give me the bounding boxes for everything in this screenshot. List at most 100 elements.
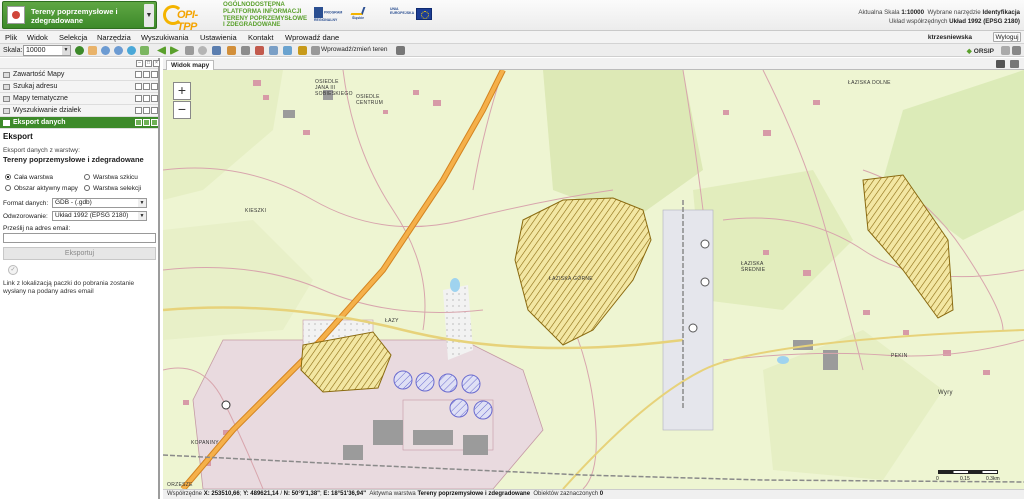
pan-icon[interactable] [88, 46, 97, 55]
logout-button[interactable]: Wyloguj [993, 32, 1021, 42]
export-title: Eksport [3, 132, 33, 141]
panel-label: Mapy tematyczne [13, 95, 68, 102]
hatch-icon[interactable] [298, 46, 307, 55]
close-icon[interactable] [151, 71, 158, 78]
chevron-down-icon[interactable]: ▼ [62, 46, 70, 55]
active-layer-value: Tereny poprzemysłowe i zdegradowane [417, 491, 531, 497]
select-icon[interactable] [185, 46, 194, 55]
search-map-icon[interactable] [283, 46, 292, 55]
username: ktrzesniewska [927, 34, 972, 41]
email-input[interactable] [3, 233, 156, 243]
back-icon[interactable] [157, 46, 166, 55]
orsip-link[interactable]: ORSIP [967, 47, 994, 55]
menu-ustawienia[interactable]: Ustawienia [200, 33, 237, 42]
dock-icon[interactable] [143, 83, 150, 90]
dock-icon[interactable] [143, 107, 150, 114]
panel-thematic-maps[interactable]: Mapy tematyczne [0, 93, 158, 105]
globe-icon[interactable] [127, 46, 136, 55]
menu-kontakt[interactable]: Kontakt [248, 33, 273, 42]
help-icon[interactable] [135, 107, 142, 114]
header-info: Aktualna Skala 1:10000 Wybrane narzędzie… [858, 8, 1020, 26]
maximize-icon[interactable] [1012, 46, 1021, 55]
platform-line: I ZDEGRADOWANE [223, 21, 281, 29]
panel-map-contents[interactable]: Zawartość Mapy [0, 69, 158, 81]
help-icon[interactable] [135, 83, 142, 90]
dock-icon[interactable] [143, 119, 150, 126]
panel-address-search[interactable]: Szukaj adresu [0, 81, 158, 93]
map-graphics [163, 70, 1024, 489]
dock-icon[interactable] [143, 71, 150, 78]
help-icon[interactable] [135, 119, 142, 126]
logo-text: OPI-TPP [177, 9, 198, 33]
menubar: Plik Widok Selekcja Narzędzia Wyszukiwan… [0, 31, 1024, 44]
draw-icon[interactable] [227, 46, 236, 55]
print-icon[interactable] [396, 46, 405, 55]
close-icon[interactable] [151, 95, 158, 102]
map-label: ŁAZISKA ŚREDNIE [741, 261, 766, 273]
coord-icon[interactable] [311, 46, 320, 55]
menu-wprowadz-dane[interactable]: Wprowadź dane [285, 33, 339, 42]
zoom-out-icon[interactable] [114, 46, 123, 55]
coords-label: Współrzędne [167, 491, 203, 497]
menu-selekcja[interactable]: Selekcja [59, 33, 87, 42]
radio-icon[interactable] [5, 185, 11, 191]
menu-widok[interactable]: Widok [27, 33, 48, 42]
radio-icon[interactable] [84, 174, 90, 180]
radio-icon[interactable] [84, 185, 90, 191]
restore-icon[interactable]: □ [145, 60, 152, 67]
help-icon[interactable] [135, 95, 142, 102]
regional-program-logo: PROGRAM REGIONALNY [314, 7, 344, 23]
chevron-down-icon[interactable]: ▼ [138, 212, 146, 220]
radio-selection-layer[interactable]: Warstwa selekcji [84, 185, 141, 192]
window-icon[interactable] [1010, 60, 1019, 68]
scale-input[interactable]: 10000 ▼ [23, 45, 71, 56]
radio-whole-layer[interactable]: Cała warstwa [5, 174, 53, 181]
edit-icon[interactable] [241, 46, 250, 55]
enter-area-button[interactable]: Wprowadź/zmień teren [321, 46, 387, 53]
comment-icon[interactable] [996, 60, 1005, 68]
scale-info-label: Aktualna Skala [858, 9, 900, 16]
panel-parcel-search[interactable]: Wyszukiwanie działek [0, 105, 158, 117]
close-icon[interactable] [151, 119, 158, 126]
help-icon[interactable] [135, 71, 142, 78]
minimize-icon[interactable]: – [136, 60, 143, 67]
measure-icon[interactable] [198, 46, 207, 55]
dock-icon[interactable] [143, 95, 150, 102]
info-icon[interactable] [75, 46, 84, 55]
export-button[interactable]: Eksportuj [3, 247, 156, 260]
app-window: Tereny poprzemysłowe i zdegradowane ▼ OP… [0, 0, 1024, 499]
projection-value: Układ 1992 (EPSG 2180) [55, 212, 129, 219]
menu-plik[interactable]: Plik [5, 33, 17, 42]
window-icon[interactable] [1001, 46, 1010, 55]
close-icon[interactable]: × [153, 60, 160, 67]
close-icon[interactable] [151, 83, 158, 90]
coord-x: X: 253510,66 [203, 491, 240, 497]
map-scalebar: 0 0.15 0.3km [936, 469, 1002, 483]
zoom-in-icon[interactable] [101, 46, 110, 55]
map-label: KIESZKI [245, 208, 267, 214]
panel-data-export[interactable]: Eksport danych [0, 117, 158, 129]
projection-select[interactable]: Układ 1992 (EPSG 2180) ▼ [52, 211, 147, 221]
format-select[interactable]: GDB - (.gdb) ▼ [52, 198, 147, 208]
layers-icon[interactable] [269, 46, 278, 55]
radio-icon[interactable] [5, 174, 11, 180]
ruler-icon[interactable] [212, 46, 221, 55]
zoom-in-button[interactable]: + [173, 82, 191, 100]
coord-n: N: 50°9'1,38" [283, 491, 321, 497]
close-icon[interactable] [151, 107, 158, 114]
statusbar: Współrzędne X: 253510,66; Y: 489621,14 /… [163, 489, 1024, 499]
radio-sketch-layer[interactable]: Warstwa szkicu [84, 174, 138, 181]
tab-map-view[interactable]: Widok mapy [166, 60, 215, 70]
eu-text: UNIA EUROPEJSKA [390, 7, 415, 15]
forward-icon[interactable] [170, 46, 179, 55]
menu-narzedzia[interactable]: Narzędzia [97, 33, 131, 42]
chevron-down-icon[interactable]: ▼ [144, 4, 154, 27]
zoom-extent-icon[interactable] [140, 46, 149, 55]
radio-active-area[interactable]: Obszar aktywny mapy [5, 185, 78, 192]
layer-selector[interactable]: Tereny poprzemysłowe i zdegradowane ▼ [2, 1, 157, 29]
chevron-down-icon[interactable]: ▼ [138, 199, 146, 207]
map-canvas[interactable]: + − OSIEDLE JANA III SOBIESKIEGO OSIEDLE… [163, 70, 1024, 489]
menu-wyszukiwania[interactable]: Wyszukiwania [141, 33, 188, 42]
bookmark-icon[interactable] [255, 46, 264, 55]
zoom-out-button[interactable]: − [173, 101, 191, 119]
